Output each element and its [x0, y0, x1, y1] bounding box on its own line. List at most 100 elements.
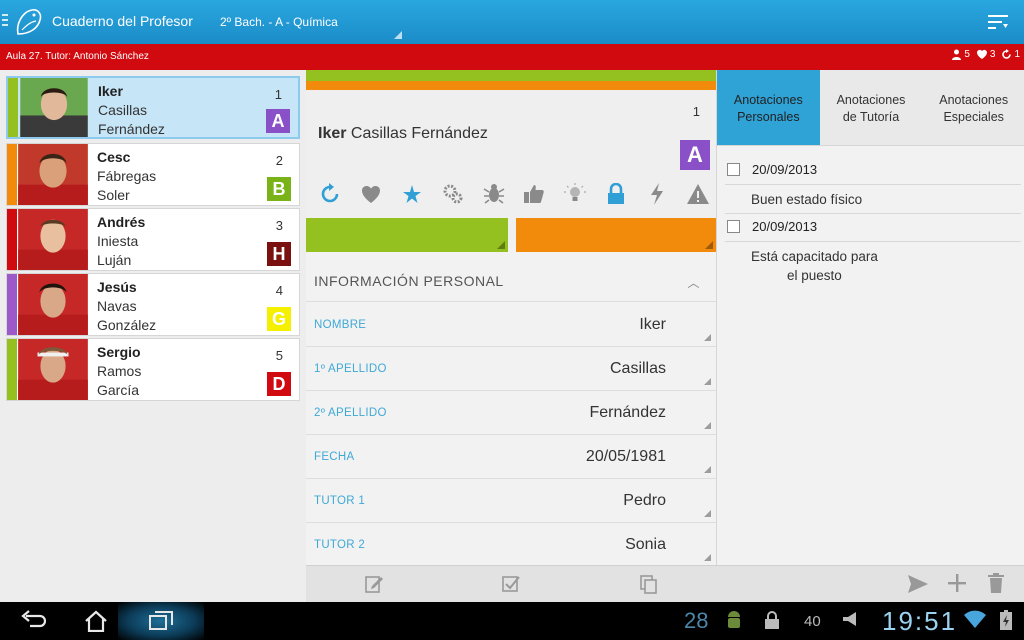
- student-last-name-2: González: [97, 317, 157, 333]
- grade-badge: G: [267, 307, 291, 331]
- annotations-panel: Anotaciones Personales Anotaciones de Tu…: [716, 70, 1024, 602]
- student-first-name: Jesús: [97, 279, 137, 295]
- refresh-icon[interactable]: [318, 182, 342, 206]
- tab-anotaciones-personales[interactable]: Anotaciones Personales: [717, 70, 820, 145]
- field-value[interactable]: Casillas: [610, 360, 666, 378]
- collapse-chevron-icon[interactable]: ︿: [687, 274, 700, 291]
- updates-count: 1: [1001, 49, 1020, 60]
- grade-badge: A: [266, 109, 290, 133]
- warning-icon[interactable]: [686, 182, 710, 206]
- field-row-apellido-2[interactable]: 2º APELLIDO Fernández: [306, 391, 716, 435]
- field-value[interactable]: Fernández: [590, 404, 667, 422]
- edit-icon[interactable]: [364, 574, 384, 594]
- lock-icon: [765, 611, 779, 629]
- field-value[interactable]: Sonia: [625, 536, 666, 554]
- avatar-photo: [18, 144, 88, 205]
- avatar-photo: [18, 339, 88, 400]
- menu-indicator-icon[interactable]: [2, 14, 8, 30]
- gears-icon[interactable]: [441, 182, 465, 206]
- student-card[interactable]: Sergio Ramos García 5 D: [6, 338, 300, 401]
- note-checkbox[interactable]: [727, 220, 740, 233]
- student-card[interactable]: Cesc Fábregas Soler 2 B: [6, 143, 300, 206]
- student-photo: [7, 209, 89, 270]
- tab-anotaciones-tutoria[interactable]: Anotaciones de Tutoría: [820, 70, 923, 145]
- student-card[interactable]: Jesús Navas González 4 G: [6, 273, 300, 336]
- field-row-apellido-1[interactable]: 1º APELLIDO Casillas: [306, 347, 716, 391]
- detail-grade-badge[interactable]: A: [680, 140, 710, 170]
- orange-status-bar[interactable]: [516, 218, 716, 252]
- checkbox-icon[interactable]: [501, 574, 521, 594]
- thumbs-up-icon[interactable]: [522, 182, 546, 206]
- bug-icon[interactable]: [482, 182, 506, 206]
- tab-label-line2: Personales: [737, 110, 800, 124]
- field-row-tutor-1[interactable]: TUTOR 1 Pedro: [306, 479, 716, 523]
- course-selector[interactable]: 2º Bach. - A - Química: [220, 15, 338, 29]
- student-photo: [8, 78, 90, 137]
- student-last-name-1: Ramos: [97, 363, 142, 379]
- divider: [725, 184, 1021, 185]
- note-date: 20/09/2013: [752, 219, 818, 234]
- field-row-tutor-2[interactable]: TUTOR 2 Sonia: [306, 523, 716, 567]
- note-header[interactable]: 20/09/2013: [727, 162, 817, 177]
- tab-label-line1: Anotaciones: [939, 93, 1009, 107]
- send-icon[interactable]: [908, 575, 928, 593]
- student-photo: [7, 144, 89, 205]
- grade-badge: B: [267, 177, 291, 201]
- green-status-bar[interactable]: [306, 218, 508, 252]
- home-icon[interactable]: [84, 610, 108, 632]
- student-last-name-2: Fernández: [98, 121, 165, 137]
- copy-icon[interactable]: [638, 574, 658, 594]
- add-icon[interactable]: [948, 574, 966, 592]
- back-icon[interactable]: [20, 610, 46, 632]
- grade-badge: H: [267, 242, 291, 266]
- dropdown-corner-icon: [704, 422, 711, 429]
- note-text: Buen estado físico: [751, 192, 863, 207]
- recent-apps-icon[interactable]: [148, 610, 174, 632]
- field-value[interactable]: Pedro: [623, 492, 666, 510]
- app-header: Cuaderno del Profesor 2º Bach. - A - Quí…: [0, 0, 1024, 44]
- student-number: 3: [275, 218, 283, 233]
- student-card[interactable]: Andrés Iniesta Luján 3 H: [6, 208, 300, 271]
- heart-icon[interactable]: [359, 182, 383, 206]
- star-icon[interactable]: [400, 182, 424, 206]
- sort-icon[interactable]: [988, 14, 1008, 30]
- avatar-photo: [18, 274, 88, 335]
- tab-anotaciones-especiales[interactable]: Anotaciones Especiales: [922, 70, 1024, 145]
- note-header[interactable]: 20/09/2013: [727, 219, 817, 234]
- detail-first-name: Iker: [318, 125, 347, 142]
- bird-logo-icon[interactable]: [12, 4, 48, 40]
- student-first-name: Sergio: [97, 344, 141, 360]
- trash-icon[interactable]: [988, 573, 1004, 593]
- announcement-icon: [843, 612, 856, 626]
- note-date: 20/09/2013: [752, 162, 818, 177]
- dropdown-corner-icon: [704, 466, 711, 473]
- student-list: Iker Casillas Fernández 1 A Cesc Fábrega…: [0, 70, 306, 602]
- students-count: 5: [951, 49, 970, 60]
- field-row-fecha[interactable]: FECHA 20/05/1981: [306, 435, 716, 479]
- field-value[interactable]: Iker: [639, 316, 666, 334]
- field-value[interactable]: 20/05/1981: [586, 448, 666, 466]
- lock-icon[interactable]: [604, 182, 628, 206]
- tab-label-line2: de Tutoría: [842, 110, 900, 124]
- section-header[interactable]: INFORMACIÓN PERSONAL ︿: [306, 262, 716, 302]
- field-row-nombre[interactable]: NOMBRE Iker: [306, 303, 716, 347]
- student-first-name: Andrés: [97, 214, 146, 230]
- heart-icon: [976, 49, 987, 59]
- field-label: NOMBRE: [314, 319, 367, 331]
- student-number: 5: [275, 348, 283, 363]
- student-card[interactable]: Iker Casillas Fernández 1 A: [6, 76, 300, 139]
- tab-label-line1: Anotaciones: [836, 93, 906, 107]
- annotation-tabs: Anotaciones Personales Anotaciones de Tu…: [717, 70, 1024, 146]
- student-photo: [7, 339, 89, 400]
- likes-count: 3: [976, 49, 995, 60]
- action-icons-row: [318, 182, 710, 206]
- lightbulb-icon[interactable]: [563, 182, 587, 206]
- note-checkbox[interactable]: [727, 163, 740, 176]
- lightning-icon[interactable]: [645, 182, 669, 206]
- student-last-name-1: Casillas: [98, 102, 148, 118]
- wifi-icon: [964, 610, 986, 628]
- course-dropdown-icon[interactable]: [394, 31, 402, 39]
- dropdown-corner-icon: [704, 554, 711, 561]
- field-label: TUTOR 1: [314, 495, 366, 507]
- tab-label-line1: Anotaciones: [733, 93, 803, 107]
